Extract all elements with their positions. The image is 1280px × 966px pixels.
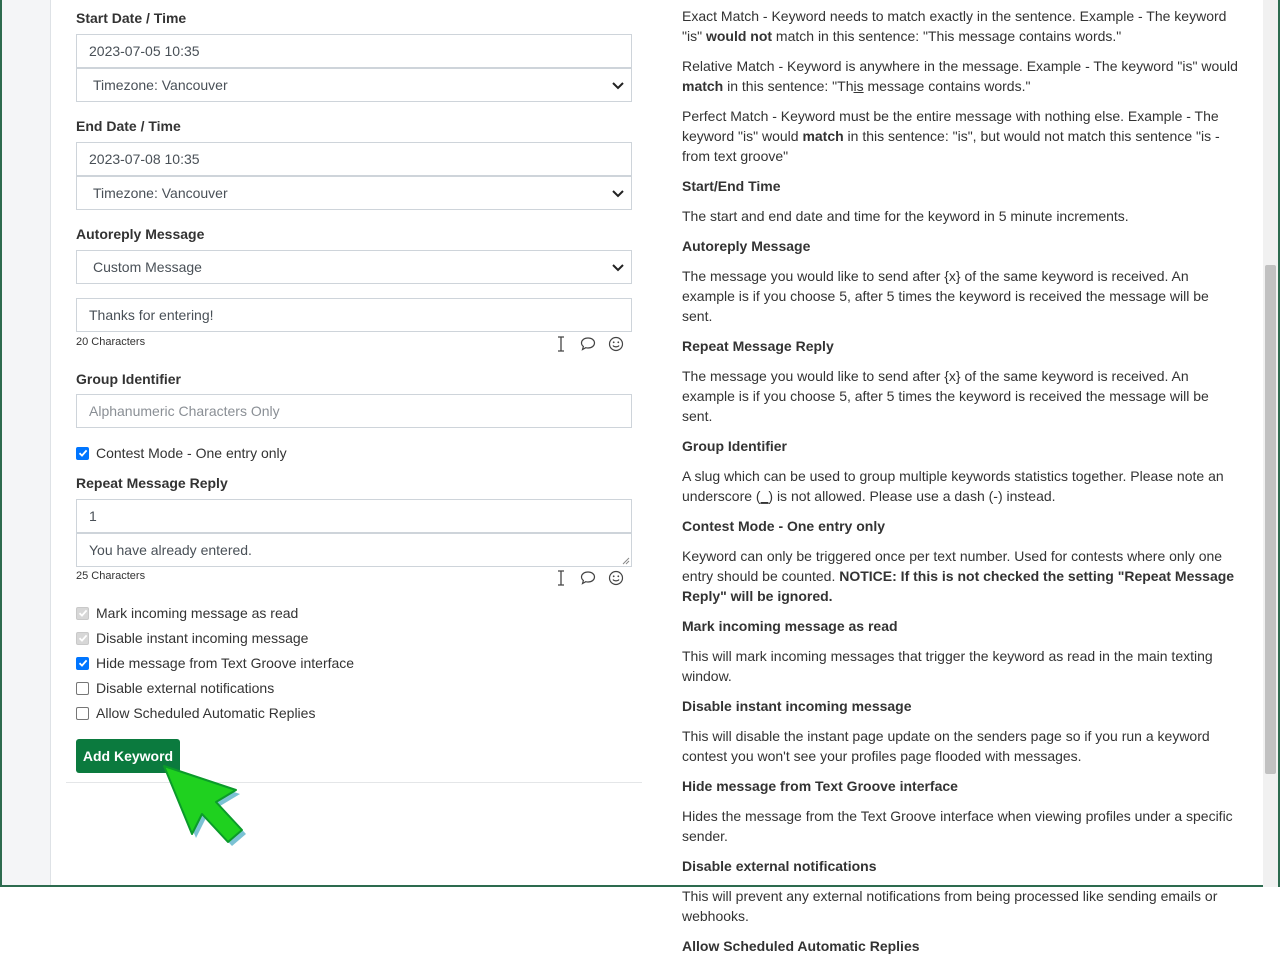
repeat-message-label: Repeat Message Reply — [76, 475, 228, 491]
autoreply-select-value: Custom Message — [93, 259, 202, 275]
repeat-message-textarea[interactable]: You have already entered. — [76, 533, 632, 567]
autoreply-message-input[interactable]: Thanks for entering! — [76, 298, 632, 332]
contest-mode-checkbox[interactable]: Contest Mode - One entry only — [76, 445, 287, 461]
text-cursor-icon[interactable] — [554, 570, 568, 586]
help-heading-scheduled: Allow Scheduled Automatic Replies — [682, 938, 920, 954]
perfect-match-help: Perfect Match - Keyword must be the enti… — [682, 108, 1220, 164]
help-text-contest: Keyword can only be triggered once per t… — [682, 548, 1235, 604]
help-text-mark-read: This will mark incoming messages that tr… — [682, 648, 1213, 684]
repeat-toolbar — [554, 570, 624, 586]
help-heading-mark-read: Mark incoming message as read — [682, 618, 898, 634]
mark-read-label: Mark incoming message as read — [96, 605, 299, 621]
chat-bubble-icon[interactable] — [580, 570, 596, 586]
help-heading-contest: Contest Mode - One entry only — [682, 518, 886, 534]
disable-instant-label: Disable instant incoming message — [96, 630, 309, 646]
start-date-label: Start Date / Time — [76, 10, 187, 26]
help-text-disable-external: This will prevent any external notificat… — [682, 888, 1218, 924]
end-date-label: End Date / Time — [76, 118, 181, 134]
autoreply-toolbar — [554, 336, 624, 352]
text-cursor-icon[interactable] — [554, 336, 568, 352]
checkbox-unchecked-icon[interactable] — [76, 706, 89, 720]
checkbox-checked-icon[interactable] — [76, 656, 89, 670]
help-heading-start-end: Start/End Time — [682, 178, 781, 194]
form-divider — [66, 782, 642, 783]
hide-message-label: Hide message from Text Groove interface — [96, 655, 355, 671]
help-text-hide: Hides the message from the Text Groove i… — [682, 808, 1233, 844]
checkbox-unchecked-icon[interactable] — [76, 681, 89, 695]
help-text-start-end: The start and end date and time for the … — [682, 208, 1129, 224]
help-text-disable-instant: This will disable the instant page updat… — [682, 728, 1210, 764]
allow-scheduled-checkbox[interactable]: Allow Scheduled Automatic Replies — [76, 705, 315, 721]
disable-external-checkbox[interactable]: Disable external notifications — [76, 680, 274, 696]
repeat-count-input[interactable]: 1 — [76, 499, 632, 533]
end-timezone-value: Timezone: Vancouver — [93, 185, 228, 201]
hide-message-checkbox[interactable]: Hide message from Text Groove interface — [76, 655, 354, 671]
disable-instant-checkbox[interactable]: Disable instant incoming message — [76, 630, 308, 646]
disable-external-label: Disable external notifications — [96, 680, 275, 696]
sidebar-edge — [0, 0, 51, 887]
repeat-char-counter: 25 Characters — [76, 570, 146, 582]
checkbox-checked-icon[interactable] — [76, 446, 89, 460]
checkbox-disabled-checked-icon — [76, 631, 89, 645]
help-heading-repeat: Repeat Message Reply — [682, 338, 834, 354]
help-panel: Exact Match - Keyword needs to match exa… — [682, 6, 1242, 966]
autoreply-char-counter: 20 Characters — [76, 336, 146, 348]
exact-match-help: Exact Match - Keyword needs to match exa… — [682, 8, 1227, 44]
start-timezone-value: Timezone: Vancouver — [93, 77, 228, 93]
emoji-icon[interactable] — [608, 336, 624, 352]
emoji-icon[interactable] — [608, 570, 624, 586]
relative-match-help: Relative Match - Keyword is anywhere in … — [682, 58, 1238, 94]
checkbox-disabled-checked-icon — [76, 606, 89, 620]
help-heading-disable-external: Disable external notifications — [682, 858, 877, 874]
autoreply-select[interactable]: Custom Message — [76, 250, 632, 284]
allow-scheduled-label: Allow Scheduled Automatic Replies — [96, 705, 316, 721]
autoreply-label: Autoreply Message — [76, 226, 205, 242]
pointer-arrow-icon — [163, 765, 246, 846]
repeat-message-text: You have already entered. — [89, 542, 252, 558]
chevron-down-icon — [612, 264, 624, 272]
end-timezone-select[interactable]: Timezone: Vancouver — [76, 176, 632, 210]
start-date-input[interactable]: 2023-07-05 10:35 — [76, 34, 632, 68]
help-heading-hide: Hide message from Text Groove interface — [682, 778, 958, 794]
scrollbar-thumb[interactable] — [1265, 265, 1276, 774]
resize-grip-icon[interactable] — [621, 556, 630, 565]
help-text-group: A slug which can be used to group multip… — [682, 468, 1224, 504]
help-heading-disable-instant: Disable instant incoming message — [682, 698, 912, 714]
chat-bubble-icon[interactable] — [580, 336, 596, 352]
group-identifier-input[interactable]: Alphanumeric Characters Only — [76, 394, 632, 428]
help-text-autoreply: The message you would like to send after… — [682, 268, 1209, 324]
chevron-down-icon — [612, 190, 624, 198]
help-text-repeat: The message you would like to send after… — [682, 368, 1209, 424]
mark-read-checkbox[interactable]: Mark incoming message as read — [76, 605, 298, 621]
end-date-input[interactable]: 2023-07-08 10:35 — [76, 142, 632, 176]
group-identifier-label: Group Identifier — [76, 371, 181, 387]
help-heading-group: Group Identifier — [682, 438, 787, 454]
chevron-down-icon — [612, 82, 624, 90]
help-heading-autoreply: Autoreply Message — [682, 238, 811, 254]
start-timezone-select[interactable]: Timezone: Vancouver — [76, 68, 632, 102]
contest-mode-label: Contest Mode - One entry only — [96, 445, 287, 461]
